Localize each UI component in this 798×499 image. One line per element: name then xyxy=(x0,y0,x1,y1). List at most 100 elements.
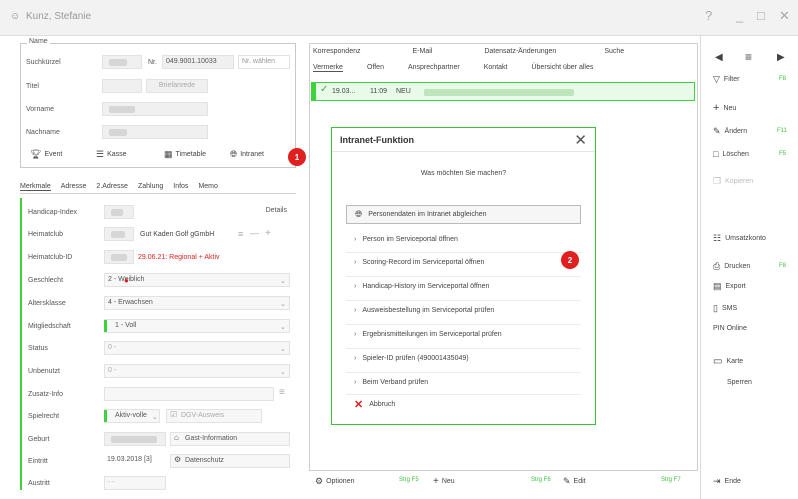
edit-button[interactable]: ✎ Edit xyxy=(563,476,586,487)
tab-merkmale[interactable]: Merkmale xyxy=(20,183,51,191)
option-scoring-record[interactable]: › Scoring-Record im Serviceportal öffnen xyxy=(346,252,581,271)
kasse-button[interactable]: ☰ Kasse xyxy=(96,147,127,161)
tab-vermerke[interactable]: Vermerke xyxy=(313,64,343,72)
zusatzinfo-list-icon[interactable]: ≡ xyxy=(279,387,285,398)
vermerk-time: 11:09 xyxy=(370,88,387,95)
maximize-button[interactable]: □ xyxy=(757,8,765,23)
active-tab-indicator xyxy=(20,198,22,490)
ende-label: Ende xyxy=(724,478,741,485)
dgv-ausweis-checkbox[interactable]: DGV-Ausweis xyxy=(166,409,262,423)
unbenutzt-select[interactable]: 0 - xyxy=(104,364,290,378)
heimatclub-add-icon[interactable]: + xyxy=(265,228,271,239)
austritt-field[interactable]: - - xyxy=(104,476,166,490)
tab-zahlung[interactable]: Zahlung xyxy=(138,183,163,191)
neu-label: Neu xyxy=(441,478,455,485)
drucken-button[interactable]: ⎙ Drucken xyxy=(713,261,750,272)
altersklasse-select[interactable]: 4 - Erwachsen xyxy=(104,296,290,310)
timetable-button[interactable]: ▦ Timetable xyxy=(164,147,206,161)
zusatzinfo-field[interactable] xyxy=(104,387,274,401)
right-sidebar: ◀ ≡ ▶ ▽ Filter F8 + Neu ✎ Ändern F11 □ L… xyxy=(700,36,798,499)
tab-kontakt[interactable]: Kontakt xyxy=(484,64,508,72)
sperren-button[interactable]: Sperren xyxy=(727,379,752,386)
geburt-field[interactable] xyxy=(104,432,166,446)
minimize-button[interactable]: _ xyxy=(736,8,743,23)
mitgliedschaft-indicator xyxy=(104,320,107,332)
vermerk-row[interactable]: ✓ 19.03... 11:09 NEU xyxy=(311,82,695,101)
handicap-label: Handicap-Index xyxy=(28,209,78,216)
details-button[interactable]: Details xyxy=(240,205,290,219)
option-personendaten[interactable]: 🌐︎ Personendaten im Intranet abgleichen xyxy=(346,205,581,224)
unbenutzt-chevron-down-icon[interactable]: ⌄ xyxy=(280,368,286,376)
option-verband[interactable]: › Beim Verband prüfen xyxy=(346,372,581,391)
aendern-button[interactable]: ✎ Ändern xyxy=(713,126,747,137)
mitgliedschaft-select[interactable]: 1 - Voll xyxy=(104,319,290,333)
nr-waehlen-button[interactable]: Nr. wählen xyxy=(238,55,290,69)
menu-icon[interactable]: ≡ xyxy=(745,50,752,64)
tab-ansprechpartner[interactable]: Ansprechpartner xyxy=(408,64,460,72)
briefanrede-field[interactable]: Briefanrede xyxy=(146,79,208,93)
option-spieler-id[interactable]: › Spieler-ID prüfen (490001435049) xyxy=(346,348,581,367)
prev-record-icon[interactable]: ◀ xyxy=(715,52,723,63)
pin-online-button[interactable]: PIN Online xyxy=(713,325,747,332)
event-button[interactable]: 🏆︎ Event xyxy=(30,147,62,161)
sms-label: SMS xyxy=(721,305,738,312)
dialog-close-icon[interactable]: ✕ xyxy=(574,131,587,149)
loeschen-button[interactable]: □ Löschen xyxy=(713,149,749,159)
spielrecht-chevron-down-icon[interactable]: ⌄ xyxy=(152,413,158,421)
handicap-field[interactable] xyxy=(104,205,134,219)
tab-2adresse[interactable]: 2.Adresse xyxy=(96,183,128,191)
sms-button[interactable]: ▯ SMS xyxy=(713,303,737,314)
next-record-icon[interactable]: ▶ xyxy=(777,52,785,63)
geschlecht-select[interactable]: 2 - Weiblich xyxy=(104,273,290,287)
neu-button[interactable]: + Neu xyxy=(433,476,455,487)
umsatzkonto-button[interactable]: ☷ Umsatzkonto xyxy=(713,233,766,244)
abort-button[interactable]: ✕ Abbruch xyxy=(346,394,581,413)
tab-memo[interactable]: Memo xyxy=(198,183,217,191)
option-ergebnismitteilungen[interactable]: › Ergebnismitteilungen im Serviceportal … xyxy=(346,324,581,343)
suchkuerzel-field[interactable] xyxy=(102,55,142,69)
timetable-button-label: Timetable xyxy=(175,150,206,158)
tab-email[interactable]: E-Mail xyxy=(412,48,432,55)
tab-infos[interactable]: Infos xyxy=(173,183,188,191)
ende-button[interactable]: ⇥ Ende xyxy=(713,476,741,487)
window-titlebar: ☺ Kunz, Stefanie ? _ □ ✕ xyxy=(0,0,798,36)
datenschutz-button[interactable]: Datenschutz xyxy=(170,454,290,468)
filter-button[interactable]: ▽ Filter xyxy=(713,74,739,85)
tab-uebersicht[interactable]: Übersicht über alles xyxy=(531,64,593,72)
tab-datensatz-aenderungen[interactable]: Datensatz-Änderungen xyxy=(484,48,556,55)
tab-offen[interactable]: Offen xyxy=(367,64,384,72)
tab-suche[interactable]: Suche xyxy=(604,48,624,55)
titel-field[interactable] xyxy=(102,79,142,93)
gast-information-button[interactable]: Gast-Information xyxy=(170,432,290,446)
eintritt-field[interactable]: 19.03.2018 [3] xyxy=(104,454,166,468)
intranet-button[interactable]: 🌐︎ Intranet xyxy=(230,147,264,161)
edit-shortcut: Strg F7 xyxy=(661,477,681,483)
right-tabs-row2: Vermerke Offen Ansprechpartner Kontakt Ü… xyxy=(313,64,603,72)
option-person-serviceportal[interactable]: › Person im Serviceportal öffnen xyxy=(346,230,581,249)
export-button[interactable]: ▤ Export xyxy=(713,281,746,292)
neu-sidebar-button[interactable]: + Neu xyxy=(713,102,736,114)
heimatclub-list-icon[interactable]: ≡ xyxy=(238,229,243,239)
status-chevron-down-icon[interactable]: ⌄ xyxy=(280,345,286,353)
status-select[interactable]: 0 - xyxy=(104,341,290,355)
altersklasse-chevron-down-icon[interactable]: ⌄ xyxy=(280,300,286,308)
heimatclub-id-field[interactable] xyxy=(104,250,134,264)
optionen-button[interactable]: ⚙ Optionen xyxy=(315,476,355,487)
heimatclub-nr-field[interactable] xyxy=(104,227,134,241)
heimatclub-remove-icon[interactable]: — xyxy=(250,228,259,238)
nr-field[interactable]: 049.9001.10033 xyxy=(162,55,234,69)
altersklasse-value: 4 - Erwachsen xyxy=(108,299,153,306)
karte-button[interactable]: ▭ Karte xyxy=(713,356,743,367)
nachname-field[interactable] xyxy=(102,125,208,139)
option-handicap-history[interactable]: › Handicap-History im Serviceportal öffn… xyxy=(346,276,581,295)
geschlecht-chevron-down-icon[interactable]: ⌄ xyxy=(280,277,286,285)
event-button-label: Event xyxy=(44,150,63,158)
option-ausweisbestellung[interactable]: › Ausweisbestellung im Serviceportal prü… xyxy=(346,300,581,319)
close-window-button[interactable]: ✕ xyxy=(779,8,790,24)
help-button[interactable]: ? xyxy=(705,8,712,23)
kopieren-button[interactable]: ❐ Kopieren xyxy=(713,176,753,187)
tab-korrespondenz[interactable]: Korrespondenz xyxy=(313,48,360,55)
mitgliedschaft-chevron-down-icon[interactable]: ⌄ xyxy=(280,323,286,331)
vorname-field[interactable] xyxy=(102,102,208,116)
tab-adresse[interactable]: Adresse xyxy=(61,183,87,191)
